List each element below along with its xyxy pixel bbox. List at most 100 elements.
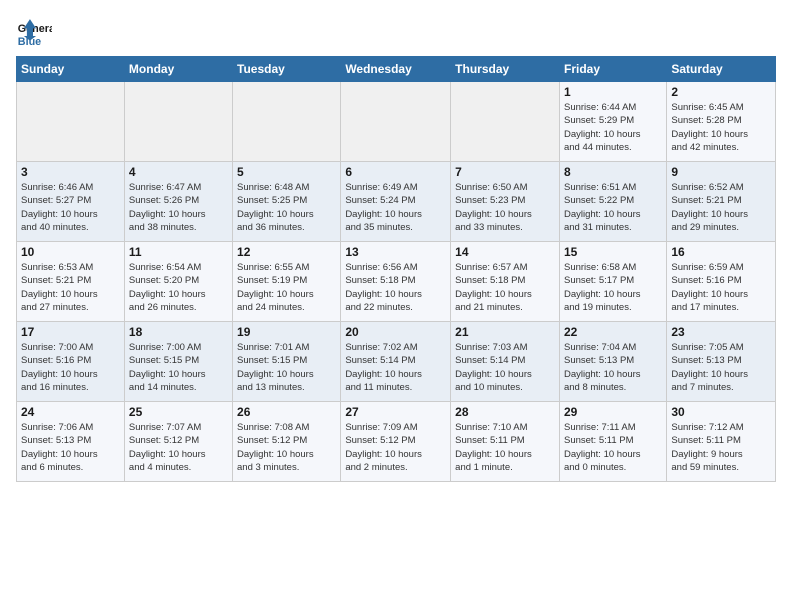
day-info: Sunrise: 7:12 AM Sunset: 5:11 PM Dayligh… (671, 421, 771, 474)
calendar-cell: 21 Sunrise: 7:03 AM Sunset: 5:14 PM Dayli… (451, 322, 560, 402)
calendar-cell: 29 Sunrise: 7:11 AM Sunset: 5:11 PM Dayli… (559, 402, 666, 482)
day-number: 13 (345, 245, 446, 259)
weekday-header-sunday: Sunday (17, 57, 125, 82)
calendar-cell: 13Sunrise: 6:56 AM Sunset: 5:18 PM Dayli… (341, 242, 451, 322)
day-info: Sunrise: 7:07 AM Sunset: 5:12 PM Dayligh… (129, 421, 228, 474)
svg-text:General: General (18, 23, 52, 35)
calendar-cell: 20Sunrise: 7:02 AM Sunset: 5:14 PM Dayli… (341, 322, 451, 402)
calendar-table: SundayMondayTuesdayWednesdayThursdayFrid… (16, 56, 776, 482)
day-info: Sunrise: 6:44 AM Sunset: 5:29 PM Dayligh… (564, 101, 662, 154)
day-info: Sunrise: 6:54 AM Sunset: 5:20 PM Dayligh… (129, 261, 228, 314)
day-number: 30 (671, 405, 771, 419)
day-number: 4 (129, 165, 228, 179)
day-info: Sunrise: 6:57 AM Sunset: 5:18 PM Dayligh… (455, 261, 555, 314)
logo-icon: General Blue (16, 16, 52, 52)
day-info: Sunrise: 6:59 AM Sunset: 5:16 PM Dayligh… (671, 261, 771, 314)
day-info: Sunrise: 7:11 AM Sunset: 5:11 PM Dayligh… (564, 421, 662, 474)
day-info: Sunrise: 7:10 AM Sunset: 5:11 PM Dayligh… (455, 421, 555, 474)
day-number: 26 (237, 405, 336, 419)
calendar-cell (17, 82, 125, 162)
calendar-cell: 7 Sunrise: 6:50 AM Sunset: 5:23 PM Daylig… (451, 162, 560, 242)
calendar-cell: 19 Sunrise: 7:01 AM Sunset: 5:15 PM Dayli… (233, 322, 341, 402)
day-number: 3 (21, 165, 120, 179)
calendar-cell: 8 Sunrise: 6:51 AM Sunset: 5:22 PM Daylig… (559, 162, 666, 242)
day-info: Sunrise: 6:48 AM Sunset: 5:25 PM Dayligh… (237, 181, 336, 234)
calendar-cell: 25 Sunrise: 7:07 AM Sunset: 5:12 PM Dayli… (124, 402, 232, 482)
day-number: 12 (237, 245, 336, 259)
day-number: 28 (455, 405, 555, 419)
day-number: 19 (237, 325, 336, 339)
calendar-cell: 27Sunrise: 7:09 AM Sunset: 5:12 PM Dayli… (341, 402, 451, 482)
calendar-cell: 24 Sunrise: 7:06 AM Sunset: 5:13 PM Dayli… (17, 402, 125, 482)
calendar-cell: 12 Sunrise: 6:55 AM Sunset: 5:19 PM Dayli… (233, 242, 341, 322)
calendar-cell: 15 Sunrise: 6:58 AM Sunset: 5:17 PM Dayli… (559, 242, 666, 322)
calendar-cell: 17Sunrise: 7:00 AM Sunset: 5:16 PM Dayli… (17, 322, 125, 402)
calendar-cell: 4Sunrise: 6:47 AM Sunset: 5:26 PM Daylig… (124, 162, 232, 242)
day-info: Sunrise: 7:03 AM Sunset: 5:14 PM Dayligh… (455, 341, 555, 394)
day-number: 6 (345, 165, 446, 179)
day-info: Sunrise: 7:06 AM Sunset: 5:13 PM Dayligh… (21, 421, 120, 474)
day-info: Sunrise: 7:08 AM Sunset: 5:12 PM Dayligh… (237, 421, 336, 474)
weekday-header-wednesday: Wednesday (341, 57, 451, 82)
weekday-header-saturday: Saturday (667, 57, 776, 82)
day-number: 18 (129, 325, 228, 339)
week-row-4: 17Sunrise: 7:00 AM Sunset: 5:16 PM Dayli… (17, 322, 776, 402)
day-number: 9 (671, 165, 771, 179)
calendar-cell: 9 Sunrise: 6:52 AM Sunset: 5:21 PM Daylig… (667, 162, 776, 242)
day-number: 22 (564, 325, 662, 339)
header: General Blue (16, 16, 776, 52)
calendar-cell: 5 Sunrise: 6:48 AM Sunset: 5:25 PM Daylig… (233, 162, 341, 242)
day-number: 16 (671, 245, 771, 259)
day-number: 17 (21, 325, 120, 339)
day-number: 27 (345, 405, 446, 419)
logo: General Blue (16, 16, 56, 52)
calendar-cell: 30 Sunrise: 7:12 AM Sunset: 5:11 PM Dayli… (667, 402, 776, 482)
week-row-3: 10Sunrise: 6:53 AM Sunset: 5:21 PM Dayli… (17, 242, 776, 322)
day-info: Sunrise: 7:05 AM Sunset: 5:13 PM Dayligh… (671, 341, 771, 394)
day-info: Sunrise: 7:04 AM Sunset: 5:13 PM Dayligh… (564, 341, 662, 394)
day-info: Sunrise: 6:52 AM Sunset: 5:21 PM Dayligh… (671, 181, 771, 234)
calendar-cell (451, 82, 560, 162)
day-number: 5 (237, 165, 336, 179)
day-number: 8 (564, 165, 662, 179)
calendar-cell: 11 Sunrise: 6:54 AM Sunset: 5:20 PM Dayli… (124, 242, 232, 322)
weekday-header-friday: Friday (559, 57, 666, 82)
calendar-cell (233, 82, 341, 162)
day-number: 25 (129, 405, 228, 419)
day-number: 29 (564, 405, 662, 419)
day-info: Sunrise: 7:01 AM Sunset: 5:15 PM Dayligh… (237, 341, 336, 394)
week-row-2: 3Sunrise: 6:46 AM Sunset: 5:27 PM Daylig… (17, 162, 776, 242)
calendar-cell (341, 82, 451, 162)
calendar-cell: 3Sunrise: 6:46 AM Sunset: 5:27 PM Daylig… (17, 162, 125, 242)
day-info: Sunrise: 6:51 AM Sunset: 5:22 PM Dayligh… (564, 181, 662, 234)
calendar-cell: 14Sunrise: 6:57 AM Sunset: 5:18 PM Dayli… (451, 242, 560, 322)
day-info: Sunrise: 6:49 AM Sunset: 5:24 PM Dayligh… (345, 181, 446, 234)
weekday-header-tuesday: Tuesday (233, 57, 341, 82)
day-number: 1 (564, 85, 662, 99)
weekday-header-thursday: Thursday (451, 57, 560, 82)
day-info: Sunrise: 6:58 AM Sunset: 5:17 PM Dayligh… (564, 261, 662, 314)
day-number: 20 (345, 325, 446, 339)
calendar-cell: 26 Sunrise: 7:08 AM Sunset: 5:12 PM Dayli… (233, 402, 341, 482)
calendar-cell: 22 Sunrise: 7:04 AM Sunset: 5:13 PM Dayli… (559, 322, 666, 402)
day-number: 7 (455, 165, 555, 179)
day-info: Sunrise: 6:45 AM Sunset: 5:28 PM Dayligh… (671, 101, 771, 154)
calendar-cell: 16 Sunrise: 6:59 AM Sunset: 5:16 PM Dayli… (667, 242, 776, 322)
day-info: Sunrise: 7:00 AM Sunset: 5:15 PM Dayligh… (129, 341, 228, 394)
calendar-cell: 2Sunrise: 6:45 AM Sunset: 5:28 PM Daylig… (667, 82, 776, 162)
day-number: 23 (671, 325, 771, 339)
day-info: Sunrise: 6:55 AM Sunset: 5:19 PM Dayligh… (237, 261, 336, 314)
calendar-cell: 18 Sunrise: 7:00 AM Sunset: 5:15 PM Dayli… (124, 322, 232, 402)
day-info: Sunrise: 6:53 AM Sunset: 5:21 PM Dayligh… (21, 261, 120, 314)
day-number: 21 (455, 325, 555, 339)
week-row-5: 24 Sunrise: 7:06 AM Sunset: 5:13 PM Dayli… (17, 402, 776, 482)
calendar-cell: 23 Sunrise: 7:05 AM Sunset: 5:13 PM Dayli… (667, 322, 776, 402)
calendar-cell: 1 Sunrise: 6:44 AM Sunset: 5:29 PM Daylig… (559, 82, 666, 162)
weekday-header-row: SundayMondayTuesdayWednesdayThursdayFrid… (17, 57, 776, 82)
day-info: Sunrise: 6:50 AM Sunset: 5:23 PM Dayligh… (455, 181, 555, 234)
calendar-body: 1 Sunrise: 6:44 AM Sunset: 5:29 PM Daylig… (17, 82, 776, 482)
day-number: 15 (564, 245, 662, 259)
day-number: 11 (129, 245, 228, 259)
calendar-cell: 28 Sunrise: 7:10 AM Sunset: 5:11 PM Dayli… (451, 402, 560, 482)
day-number: 24 (21, 405, 120, 419)
